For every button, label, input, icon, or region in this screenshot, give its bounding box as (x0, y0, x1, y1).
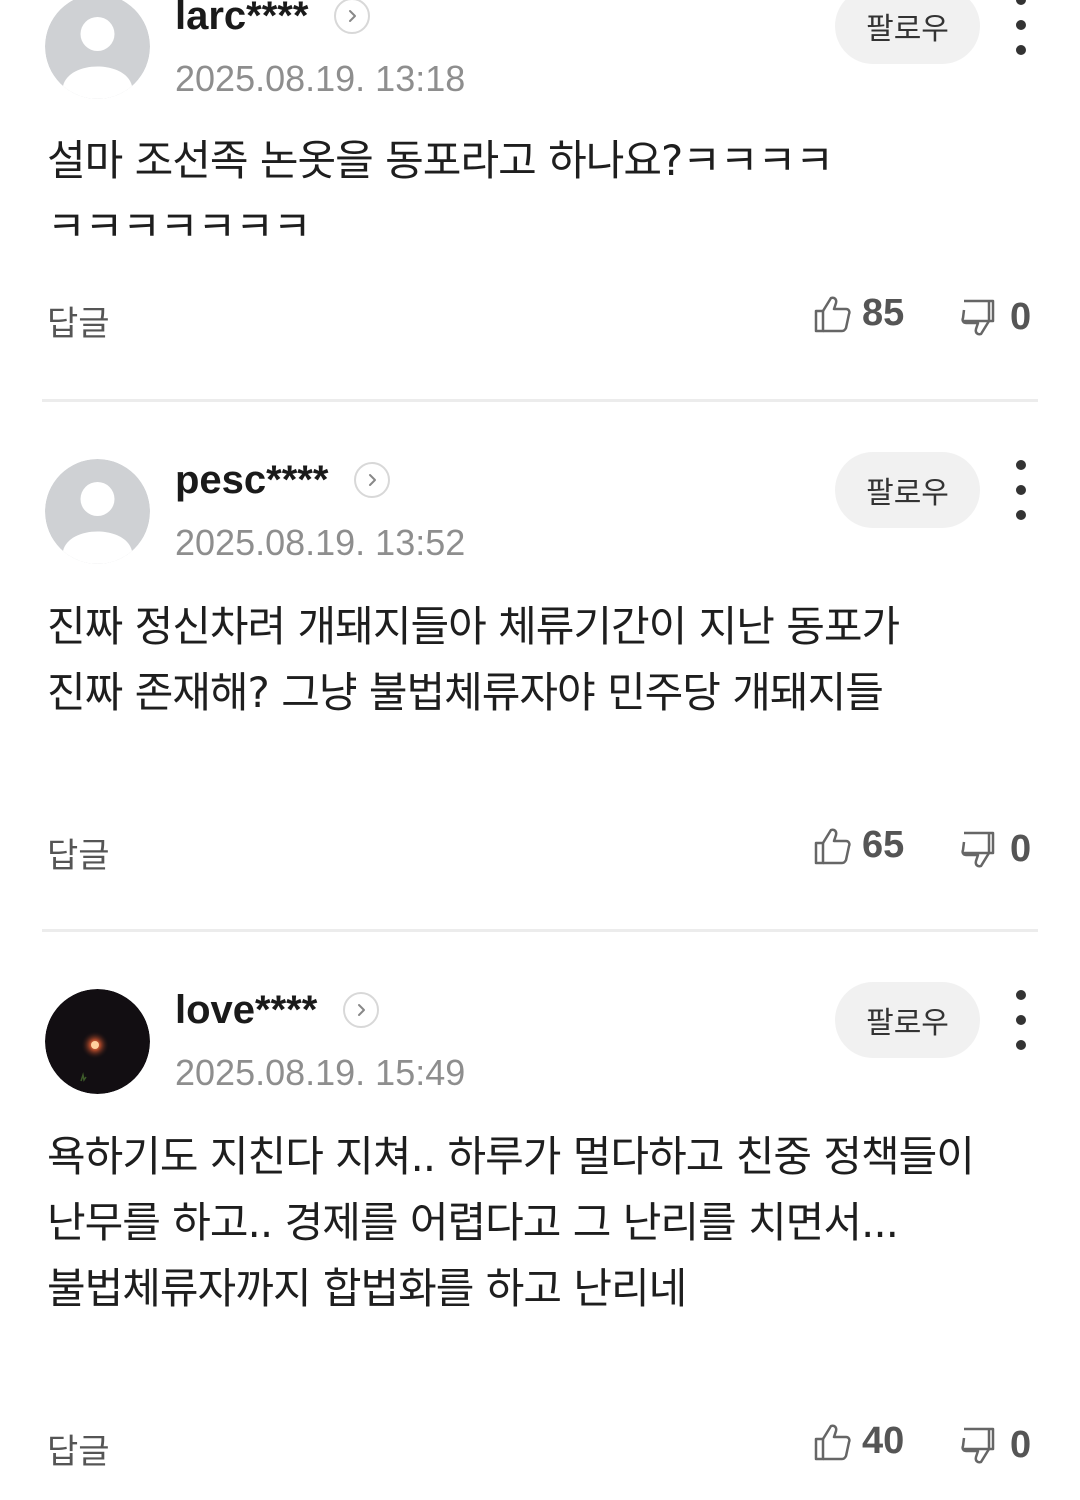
follow-button[interactable]: 팔로우 (835, 0, 980, 64)
like-count: 40 (862, 1420, 905, 1462)
username-row: pesc**** (175, 458, 391, 503)
more-vertical-icon[interactable] (1006, 990, 1036, 1050)
username[interactable]: pesc**** (175, 458, 328, 503)
follow-button[interactable]: 팔로우 (835, 982, 980, 1058)
comment-item: pesc**** 2025.08.19. 13:52 팔로우 진짜 정신차려 개… (0, 402, 1080, 930)
comment-text: 설마 조선족 논옷을 동포라고 하나요?ㅋㅋㅋㅋ ㅋㅋㅋㅋㅋㅋㅋ (47, 136, 846, 251)
avatar[interactable] (45, 989, 150, 1094)
username-row: love**** (175, 988, 380, 1033)
timestamp: 2025.08.19. 15:49 (175, 1052, 466, 1093)
like-button[interactable]: 65 (812, 824, 904, 867)
reply-button[interactable]: 답글 (47, 828, 110, 877)
like-button[interactable]: 40 (812, 1420, 904, 1463)
comment-text: 욕하기도 지친다 지쳐.. 하루가 멀다하고 친중 정책들이 난무를 하고.. … (47, 1132, 987, 1313)
comment-item: larc**** 2025.08.19. 13:18 팔로우 설마 조선족 논옷… (0, 0, 1080, 400)
like-count: 65 (862, 824, 905, 866)
dislike-button[interactable]: 0 (960, 1424, 1031, 1467)
more-vertical-icon[interactable] (1006, 0, 1036, 55)
thumbs-down-icon (961, 299, 995, 335)
thumbs-up-icon (814, 1424, 851, 1460)
avatar[interactable] (45, 0, 150, 99)
thumbs-up-icon (814, 296, 851, 332)
username-row: larc**** (175, 0, 371, 39)
comment-text: 진짜 정신차려 개돼지들아 체류기간이 지난 동포가 진짜 존재해? 그냥 불법… (47, 602, 912, 717)
moon-photo-avatar-icon (45, 989, 150, 1094)
dislike-count: 0 (1010, 828, 1032, 870)
timestamp: 2025.08.19. 13:18 (175, 58, 466, 99)
reply-button[interactable]: 답글 (47, 1424, 110, 1473)
more-vertical-icon[interactable] (1006, 460, 1036, 520)
timestamp: 2025.08.19. 13:52 (175, 522, 466, 563)
dislike-button[interactable]: 0 (960, 296, 1031, 339)
thumbs-up-icon (814, 828, 851, 864)
avatar[interactable] (45, 459, 150, 564)
dislike-count: 0 (1010, 1424, 1032, 1466)
comment-item: love**** 2025.08.19. 15:49 팔로우 욕하기도 지친다 … (0, 932, 1080, 1500)
username[interactable]: love**** (175, 988, 317, 1033)
thumbs-down-icon (961, 1427, 995, 1463)
reply-button[interactable]: 답글 (47, 296, 110, 345)
dislike-count: 0 (1010, 296, 1032, 338)
dislike-button[interactable]: 0 (960, 828, 1031, 871)
like-button[interactable]: 85 (812, 292, 904, 335)
chevron-right-icon[interactable] (334, 0, 371, 34)
follow-button[interactable]: 팔로우 (835, 452, 980, 528)
like-count: 85 (862, 292, 905, 334)
chevron-right-icon[interactable] (343, 992, 380, 1028)
username[interactable]: larc**** (175, 0, 308, 39)
default-avatar-icon (45, 459, 150, 564)
default-avatar-icon (45, 0, 150, 99)
chevron-right-icon[interactable] (354, 462, 391, 498)
thumbs-down-icon (961, 831, 995, 867)
